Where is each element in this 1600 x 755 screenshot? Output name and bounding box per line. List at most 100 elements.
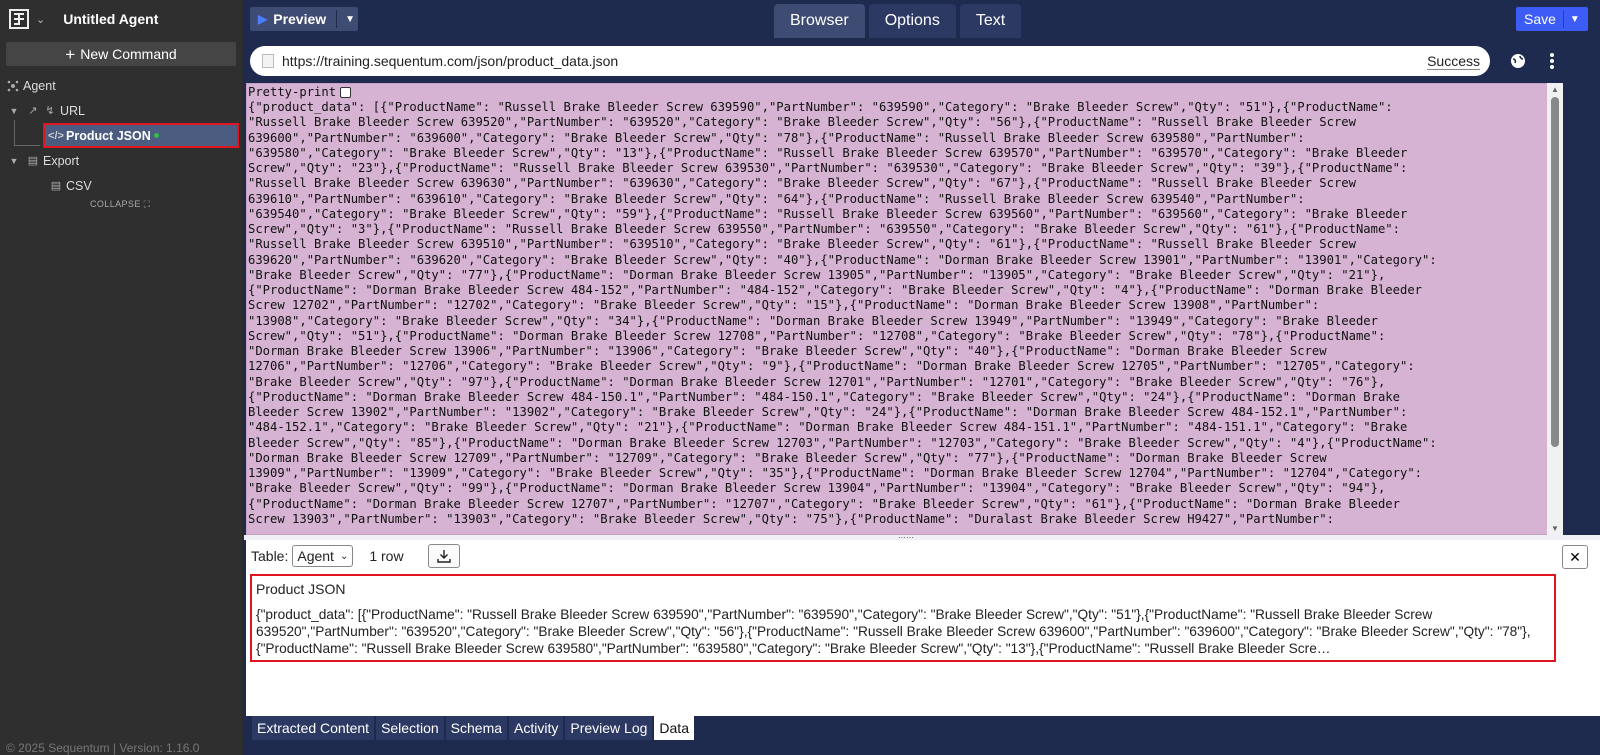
tree-label-agent: Agent [23, 78, 56, 93]
save-button[interactable]: Save ▼ [1516, 7, 1588, 31]
json-line: "Dorman Brake Bleeder Screw 13906","Part… [248, 344, 1327, 358]
row-count: 1 row [369, 548, 404, 564]
json-line: Screw","Qty": "3"},{"ProductName": "Russ… [248, 222, 1400, 236]
version-footer: © 2025 Sequentum | Version: 1.16.0 [6, 741, 200, 755]
more-vert-icon[interactable] [1540, 49, 1564, 73]
plus-icon: + [65, 44, 76, 64]
tree-node-agent[interactable]: Agent [0, 73, 242, 98]
url-input[interactable]: https://training.sequentum.com/json/prod… [282, 53, 1427, 69]
collapse-button[interactable]: COLLAPSE ⛶ [90, 199, 150, 210]
save-dropdown-icon[interactable]: ▼ [1570, 14, 1580, 25]
tree-label-csv: CSV [66, 178, 92, 193]
tab-data[interactable]: Data [654, 716, 694, 740]
json-line: "Russell Brake Bleeder Screw 639630","Pa… [248, 176, 1356, 191]
json-line: {"ProductName": "Dorman Brake Bleeder Sc… [248, 496, 1400, 511]
export-icon: ▤ [27, 155, 39, 167]
json-line: 639610","PartNumber": "639610","Category… [248, 191, 1305, 206]
pretty-print-checkbox[interactable] [340, 87, 352, 98]
view-tabs: Browser Options Text [774, 4, 1022, 38]
code-icon: </> [48, 129, 64, 142]
preview-button[interactable]: ▶ Preview ▼ [250, 7, 358, 31]
scrollbar-thumb[interactable] [1551, 97, 1559, 447]
data-panel: Table: Agent ⌄ 1 row ✕ Product JSON {"pr… [246, 540, 1600, 716]
json-line: "484-152.1","Category": "Brake Bleeder S… [248, 420, 1408, 435]
json-line: Screw","Qty": "23"},{"ProductName": "Rus… [248, 161, 1408, 175]
json-line: "Brake Bleeder Screw","Qty": "97"},{"Pro… [248, 374, 1386, 389]
app-logo-icon[interactable] [8, 8, 30, 30]
tab-extracted-content[interactable]: Extracted Content [252, 716, 375, 740]
chevron-down-icon: ⌄ [339, 550, 349, 562]
tree-label-export: Export [43, 153, 80, 168]
csv-icon: ▤ [50, 180, 62, 192]
open-link-icon: ↗ [28, 105, 38, 117]
json-text: {"product_data": [{"ProductName": "Russe… [248, 100, 1547, 527]
json-line: Screw 12702","PartNumber": "12702","Cate… [248, 298, 1320, 313]
json-line: {"ProductName": "Dorman Brake Bleeder Sc… [248, 389, 1400, 404]
separator [336, 10, 338, 28]
table-cell[interactable]: {"product_data": [{"ProductName": "Russe… [256, 606, 1550, 658]
vertical-scrollbar[interactable]: ▲ ▼ [1547, 83, 1563, 535]
sidebar: ⌄ Untitled Agent + New Command Agent ▼ ↗… [0, 0, 242, 755]
column-header[interactable]: Product JSON [256, 580, 1550, 602]
address-bar[interactable]: https://training.sequentum.com/json/prod… [250, 46, 1490, 76]
tree-label-url: URL [60, 103, 86, 118]
preview-label: Preview [273, 11, 327, 27]
agent-icon [6, 79, 20, 93]
json-content-view[interactable]: Pretty-print {"product_data": [{"Product… [246, 83, 1549, 535]
scroll-up-icon[interactable]: ▲ [1551, 85, 1559, 94]
tree-connector [14, 120, 15, 146]
download-button[interactable] [427, 544, 460, 568]
json-line: "639580","Category": "Brake Bleeder Scre… [248, 145, 1408, 160]
new-command-button[interactable]: + New Command [6, 42, 236, 66]
tree-node-url[interactable]: ▼ ↗ ↯ URL [0, 98, 242, 123]
tree-node-export[interactable]: ▼ ▤ Export [0, 148, 242, 173]
top-toolbar: ▶ Preview ▼ Browser Options Text Save ▼ [244, 0, 1600, 38]
close-button[interactable]: ✕ [1562, 545, 1588, 569]
app-header: ⌄ Untitled Agent [0, 0, 242, 38]
status-dot [153, 133, 159, 138]
scroll-down-icon[interactable]: ▼ [1551, 524, 1559, 533]
tab-text[interactable]: Text [959, 4, 1022, 38]
expand-icon: ⛶ [143, 199, 151, 209]
json-line: {"product_data": [{"ProductName": "Russe… [248, 100, 1393, 114]
tab-preview-log[interactable]: Preview Log [565, 716, 653, 740]
json-line: 639620","PartNumber": "639620","Category… [248, 252, 1437, 267]
preview-dropdown-icon[interactable]: ▼ [345, 14, 355, 25]
bottom-tabs: Extracted Content Selection Schema Activ… [252, 716, 694, 740]
json-line: "13908","Category": "Brake Bleeder Screw… [248, 313, 1378, 328]
json-line: "Russell Brake Bleeder Screw 639510","Pa… [248, 237, 1356, 252]
data-toolbar: Table: Agent ⌄ 1 row [246, 540, 1600, 572]
command-tree: Agent ▼ ↗ ↯ URL </> Product JSON ▼ ▤ Exp… [0, 73, 242, 198]
new-command-label: New Command [80, 46, 177, 62]
pretty-print-row: Pretty-print [248, 85, 1547, 100]
address-tools [1506, 49, 1564, 73]
json-line: "639540","Category": "Brake Bleeder Scre… [248, 206, 1408, 221]
json-line: 639600","PartNumber": "639600","Category… [248, 130, 1305, 145]
save-label: Save [1524, 11, 1556, 27]
json-line: "Russell Brake Bleeder Screw 639520","Pa… [248, 115, 1356, 130]
tab-selection[interactable]: Selection [376, 716, 444, 740]
tree-label-product-json: Product JSON [66, 128, 151, 143]
globe-icon[interactable] [1506, 49, 1530, 73]
load-status: Success [1427, 52, 1480, 70]
tab-options[interactable]: Options [868, 4, 956, 38]
tree-node-product-json[interactable]: </> Product JSON [43, 123, 239, 148]
table-label: Table: [251, 548, 289, 564]
table-select[interactable]: Agent ⌄ [292, 545, 354, 567]
tree-node-csv[interactable]: ▤ CSV [0, 173, 242, 198]
json-line: Bleeder Screw","Qty": "85"},{"ProductNam… [248, 435, 1437, 450]
caret-down-icon[interactable]: ▼ [8, 106, 20, 116]
close-icon: ✕ [1569, 548, 1581, 565]
caret-down-icon[interactable]: ▼ [8, 156, 20, 166]
page-icon [262, 54, 274, 68]
json-line: Screw","Qty": "51"},{"ProductName": "Dor… [248, 328, 1386, 343]
tab-browser[interactable]: Browser [774, 4, 865, 38]
json-line: "Dorman Brake Bleeder Screw 12709","Part… [248, 450, 1327, 465]
tab-schema[interactable]: Schema [445, 716, 508, 740]
download-icon [436, 550, 451, 563]
agent-title[interactable]: Untitled Agent [63, 11, 158, 27]
json-line: {"ProductName": "Dorman Brake Bleeder Sc… [248, 283, 1422, 297]
chevron-down-icon[interactable]: ⌄ [36, 13, 45, 26]
tab-activity[interactable]: Activity [509, 716, 564, 740]
table-select-value: Agent [297, 548, 334, 564]
